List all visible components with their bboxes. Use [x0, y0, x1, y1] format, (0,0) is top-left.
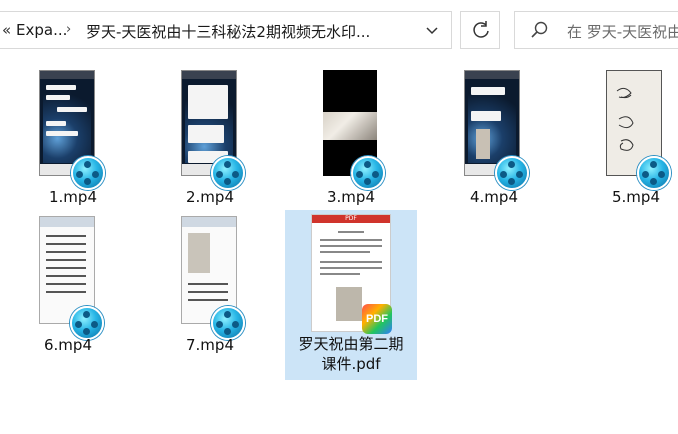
breadcrumb-current-folder[interactable]: 罗天-天医祝由十三科秘法2期视频无水印... [86, 21, 370, 42]
pdf-file-icon: PDF [362, 304, 392, 334]
pdf-header: PDF [312, 215, 390, 223]
file-name: 5.mp4 [612, 188, 660, 206]
video-file-icon [495, 156, 529, 190]
file-item-2[interactable]: 2.mp4 [144, 68, 276, 208]
chevron-down-icon[interactable] [422, 22, 442, 40]
search-placeholder: 在 罗天-天医祝由 [567, 23, 678, 41]
file-name-line2: 课件.pdf [321, 355, 381, 373]
video-file-icon [351, 156, 385, 190]
file-item-4[interactable]: 4.mp4 [428, 68, 560, 208]
breadcrumb-separator[interactable]: › [66, 22, 71, 37]
file-item-6[interactable]: 6.mp4 [2, 214, 134, 354]
file-name: 罗天祝由第二期 课件.pdf [285, 334, 417, 374]
refresh-button[interactable] [460, 11, 500, 49]
file-item-1[interactable]: 1.mp4 [7, 68, 139, 208]
address-bar[interactable]: « Expa... › 罗天-天医祝由十三科秘法2期视频无水印... [0, 11, 452, 49]
search-icon [531, 21, 548, 38]
file-item-7[interactable]: 7.mp4 [144, 214, 276, 354]
refresh-icon [473, 21, 489, 38]
file-name: 2.mp4 [186, 188, 234, 206]
video-file-icon [211, 306, 245, 340]
address-toolbar: « Expa... › 罗天-天医祝由十三科秘法2期视频无水印... 在 罗天-… [0, 0, 678, 58]
file-name: 4.mp4 [470, 188, 518, 206]
file-item-5[interactable]: 5.mp4 [570, 68, 678, 208]
file-name-line1: 罗天祝由第二期 [298, 335, 404, 353]
video-file-icon [71, 156, 105, 190]
file-name: 6.mp4 [44, 336, 92, 354]
video-file-icon [211, 156, 245, 190]
file-name: 3.mp4 [327, 188, 375, 206]
search-box[interactable]: 在 罗天-天医祝由 [514, 11, 678, 49]
video-file-icon [637, 156, 671, 190]
file-name: 7.mp4 [186, 336, 234, 354]
file-item-3[interactable]: 3.mp4 [285, 68, 417, 208]
breadcrumb-expa[interactable]: Expa... [16, 21, 67, 39]
file-name: 1.mp4 [49, 188, 97, 206]
overflow-chevron[interactable]: « [2, 21, 11, 39]
video-file-icon [70, 306, 104, 340]
